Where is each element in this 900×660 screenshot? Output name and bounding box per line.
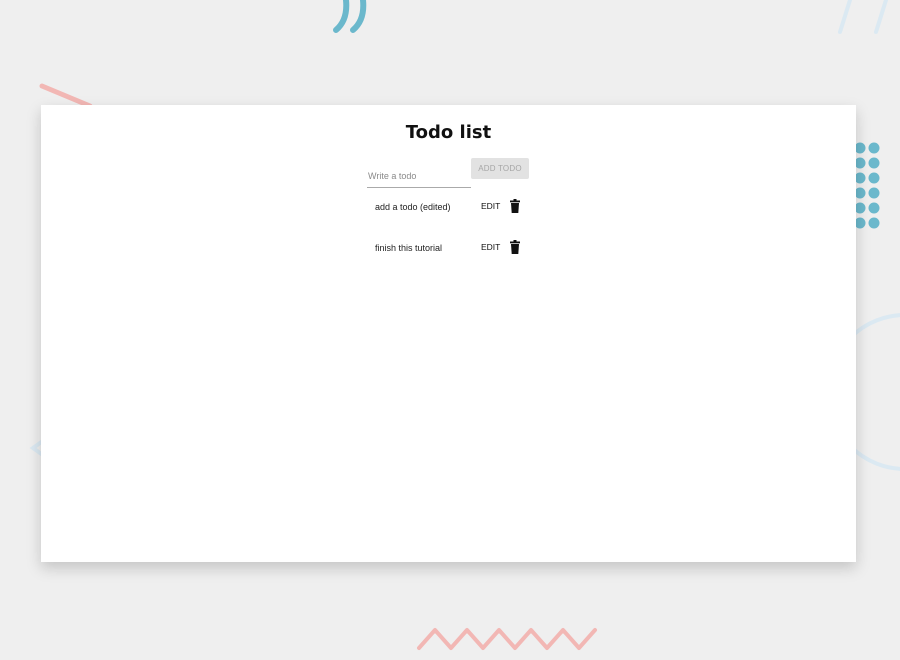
- quote-marks-decoration: [333, 0, 367, 33]
- edit-button[interactable]: EDIT: [481, 242, 500, 252]
- add-todo-button[interactable]: ADD TODO: [471, 158, 529, 179]
- page: Todo list ADD TODO add a todo (edited) E…: [0, 0, 900, 660]
- todo-list: add a todo (edited) EDIT finish this tut…: [367, 193, 567, 275]
- page-title: Todo list: [405, 122, 492, 143]
- todo-card: Todo list ADD TODO add a todo (edited) E…: [41, 105, 856, 562]
- delete-button[interactable]: [508, 199, 522, 215]
- list-item: add a todo (edited) EDIT: [367, 193, 567, 234]
- delete-button[interactable]: [508, 240, 522, 256]
- todo-text: finish this tutorial: [375, 243, 443, 253]
- trash-icon: [510, 199, 520, 213]
- zigzag-decoration: [417, 628, 597, 650]
- trash-icon: [510, 240, 520, 254]
- slash-lines-decoration: [838, 0, 888, 34]
- list-item: finish this tutorial EDIT: [367, 234, 567, 275]
- todo-text: add a todo (edited): [375, 202, 451, 212]
- edit-button[interactable]: EDIT: [481, 201, 500, 211]
- todo-input[interactable]: [367, 167, 471, 188]
- dots-grid-decoration: [854, 142, 880, 229]
